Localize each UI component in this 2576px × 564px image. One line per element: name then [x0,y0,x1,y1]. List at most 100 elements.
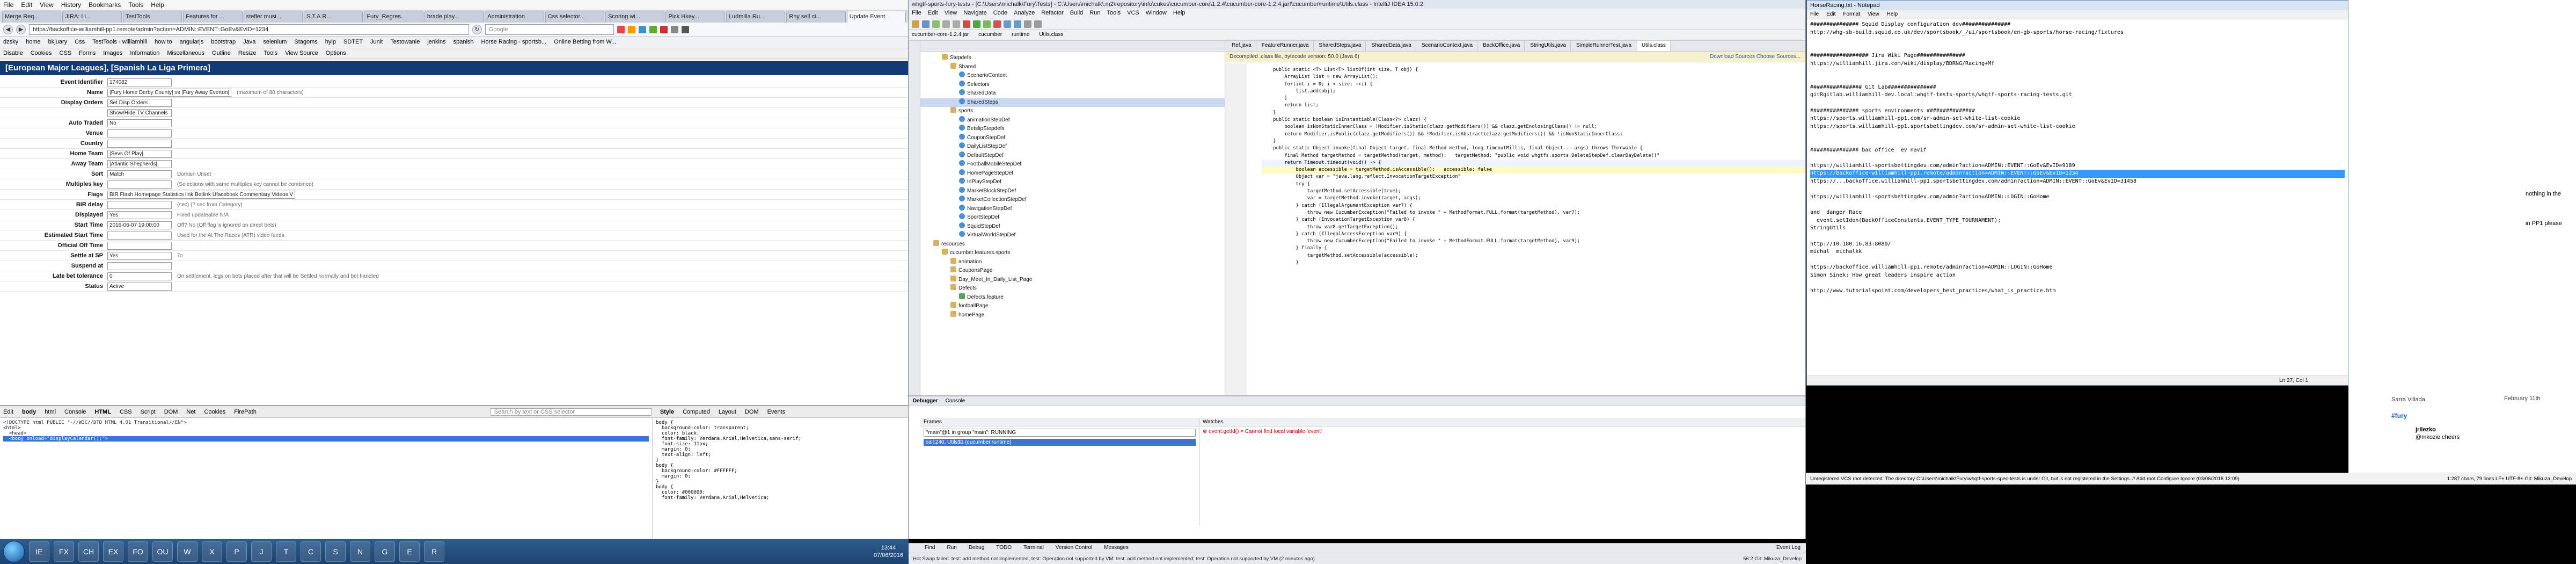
bookmark-item[interactable]: hyip [325,39,336,46]
editor-tab[interactable]: Ref.java [1227,41,1256,51]
firebug-search[interactable]: Search by text or CSS selector [490,408,652,416]
field-value[interactable] [107,200,172,209]
tool-window-button[interactable]: Find [925,544,935,553]
tool-window-button[interactable]: Debug [969,544,984,553]
editor-tab[interactable]: BackOffice.java [1479,41,1525,51]
help-icon[interactable] [1034,20,1042,28]
firebug-panel-tab[interactable]: Cookies [204,409,225,415]
taskbar-app-icon[interactable]: J [251,541,272,562]
tree-item[interactable]: Shared [909,62,1225,72]
tree-item[interactable]: cucumber.features.sports [909,249,1225,258]
download-sources-link[interactable]: Download Sources Choose Sources... [1710,52,1805,62]
browser-tab[interactable]: Ludmilla Ru... [726,11,786,23]
tree-item[interactable]: InPlayStepDef [909,178,1225,187]
forward-icon[interactable]: ▶ [16,24,26,34]
breadcrumb-item[interactable]: Utils.class [1039,32,1063,39]
browser-tab[interactable]: Merge Req... [2,11,62,23]
browser-tab[interactable]: Css selector... [545,11,605,23]
menu-file[interactable]: File [3,1,13,9]
bookmark-item[interactable]: angularjs [180,39,204,46]
firebug-panel-tab[interactable]: DOM [164,409,178,415]
ij-menu-item[interactable]: Run [1089,10,1100,17]
reload-icon[interactable]: ↻ [472,24,482,34]
np-menu-item[interactable]: Edit [1826,11,1835,18]
field-value[interactable] [107,139,172,148]
clock[interactable]: 13:44 07/06/2016 [874,544,909,559]
settings-icon[interactable] [1024,20,1031,28]
tree-item[interactable]: Defects [909,284,1225,293]
field-value[interactable]: Active [107,282,172,291]
style-tab[interactable]: Events [767,409,786,415]
bookmark-item[interactable]: Java [243,39,255,46]
field-value[interactable]: BIR Flash Homepage Statistics link Betli… [107,190,296,199]
redo-icon[interactable] [953,20,960,28]
webdev-item[interactable]: CSS [59,50,71,57]
search-bar[interactable]: Google [485,24,614,35]
field-value[interactable]: Yes [107,211,172,219]
bookmark-item[interactable]: Css [75,39,85,46]
url-bar[interactable]: https://backoffice-williamhill-pp1.remot… [29,24,469,35]
ij-menu-item[interactable]: Code [993,10,1007,17]
menu-history[interactable]: History [61,1,81,9]
tree-item[interactable]: ScenarioContext [909,71,1225,81]
webdev-item[interactable]: Tools [264,50,278,57]
browser-tab[interactable]: Pick Hkey... [665,11,725,23]
taskbar-app-icon[interactable]: N [350,541,370,562]
taskbar-app-icon[interactable]: P [226,541,247,562]
taskbar-app-icon[interactable]: X [202,541,222,562]
ij-menu-item[interactable]: Help [1173,10,1185,17]
open-folder-icon[interactable] [912,20,919,28]
browser-tab[interactable]: stefler musi... [243,11,303,23]
tool-window-button[interactable]: Messages [1104,544,1129,553]
webdev-item[interactable]: Miscellaneous [167,50,204,57]
bookmark-item[interactable]: SDTET [343,39,363,46]
breadcrumb-item[interactable]: runtime [1012,32,1029,39]
taskbar-app-icon[interactable]: G [375,541,395,562]
html-node[interactable]: <head> [3,431,649,436]
taskbar-app-icon[interactable]: S [325,541,346,562]
tree-item[interactable]: MarketCollectionStepDef [909,196,1225,205]
html-node[interactable]: <body onload="displayCalendar();"> [3,436,649,442]
webdev-item[interactable]: Options [326,50,346,57]
vcs-commit-icon[interactable] [1014,20,1021,28]
taskbar-app-icon[interactable]: EX [103,541,123,562]
tree-item[interactable]: SquidStepDef [909,222,1225,232]
bookmark-item[interactable]: home [26,39,41,46]
browser-tab[interactable]: brade play... [424,11,484,23]
browser-tab[interactable]: Features for ... [183,11,243,23]
undo-icon[interactable] [942,20,950,28]
np-menu-item[interactable]: Help [1887,11,1898,18]
addon-icon[interactable] [649,25,657,33]
bookmark-item[interactable]: TestTools - williamhill [92,39,147,46]
code-area[interactable]: public static <T> List<T> listOf(int siz… [1225,63,1805,395]
ij-menu-item[interactable]: VCS [1127,10,1139,17]
editor-tab[interactable]: SharedSteps.java [1315,41,1366,51]
ij-menu-item[interactable]: View [945,10,957,17]
np-menu-item[interactable]: View [1868,11,1879,18]
menu-tools[interactable]: Tools [128,1,143,9]
np-menu-item[interactable]: Format [1843,11,1860,18]
tree-item[interactable]: homePage [909,310,1225,320]
style-tab[interactable]: Layout [719,409,736,415]
browser-tab[interactable]: Scoring wi... [605,11,665,23]
bookmark-item[interactable]: Junit [370,39,383,46]
field-value[interactable] [107,231,172,240]
ij-menu-item[interactable]: Tools [1107,10,1121,17]
tree-item[interactable]: Selectors [909,80,1225,90]
webdev-item[interactable]: Disable [3,50,23,57]
addon-icon[interactable] [639,25,646,33]
webdev-item[interactable]: Outline [212,50,231,57]
notepad-text-area[interactable]: ############### Squid Display configurat… [1807,20,2348,374]
editor-tab[interactable]: Utils.class [1637,41,1671,51]
tree-item[interactable]: resources [909,240,1225,249]
browser-tab[interactable]: TestTools [122,11,182,23]
field-value[interactable]: Set Disp Orders [107,98,172,107]
browser-tab[interactable]: Fury_Regres... [364,11,423,23]
np-menu-item[interactable]: File [1810,11,1819,18]
stop-icon[interactable] [993,20,1001,28]
browser-tab-active[interactable]: Update Event [846,11,906,23]
taskbar-app-icon[interactable]: R [424,541,444,562]
webdev-item[interactable]: Images [103,50,122,57]
addon-icon[interactable] [617,25,625,33]
bookmark-item[interactable]: bkjuary [48,39,67,46]
